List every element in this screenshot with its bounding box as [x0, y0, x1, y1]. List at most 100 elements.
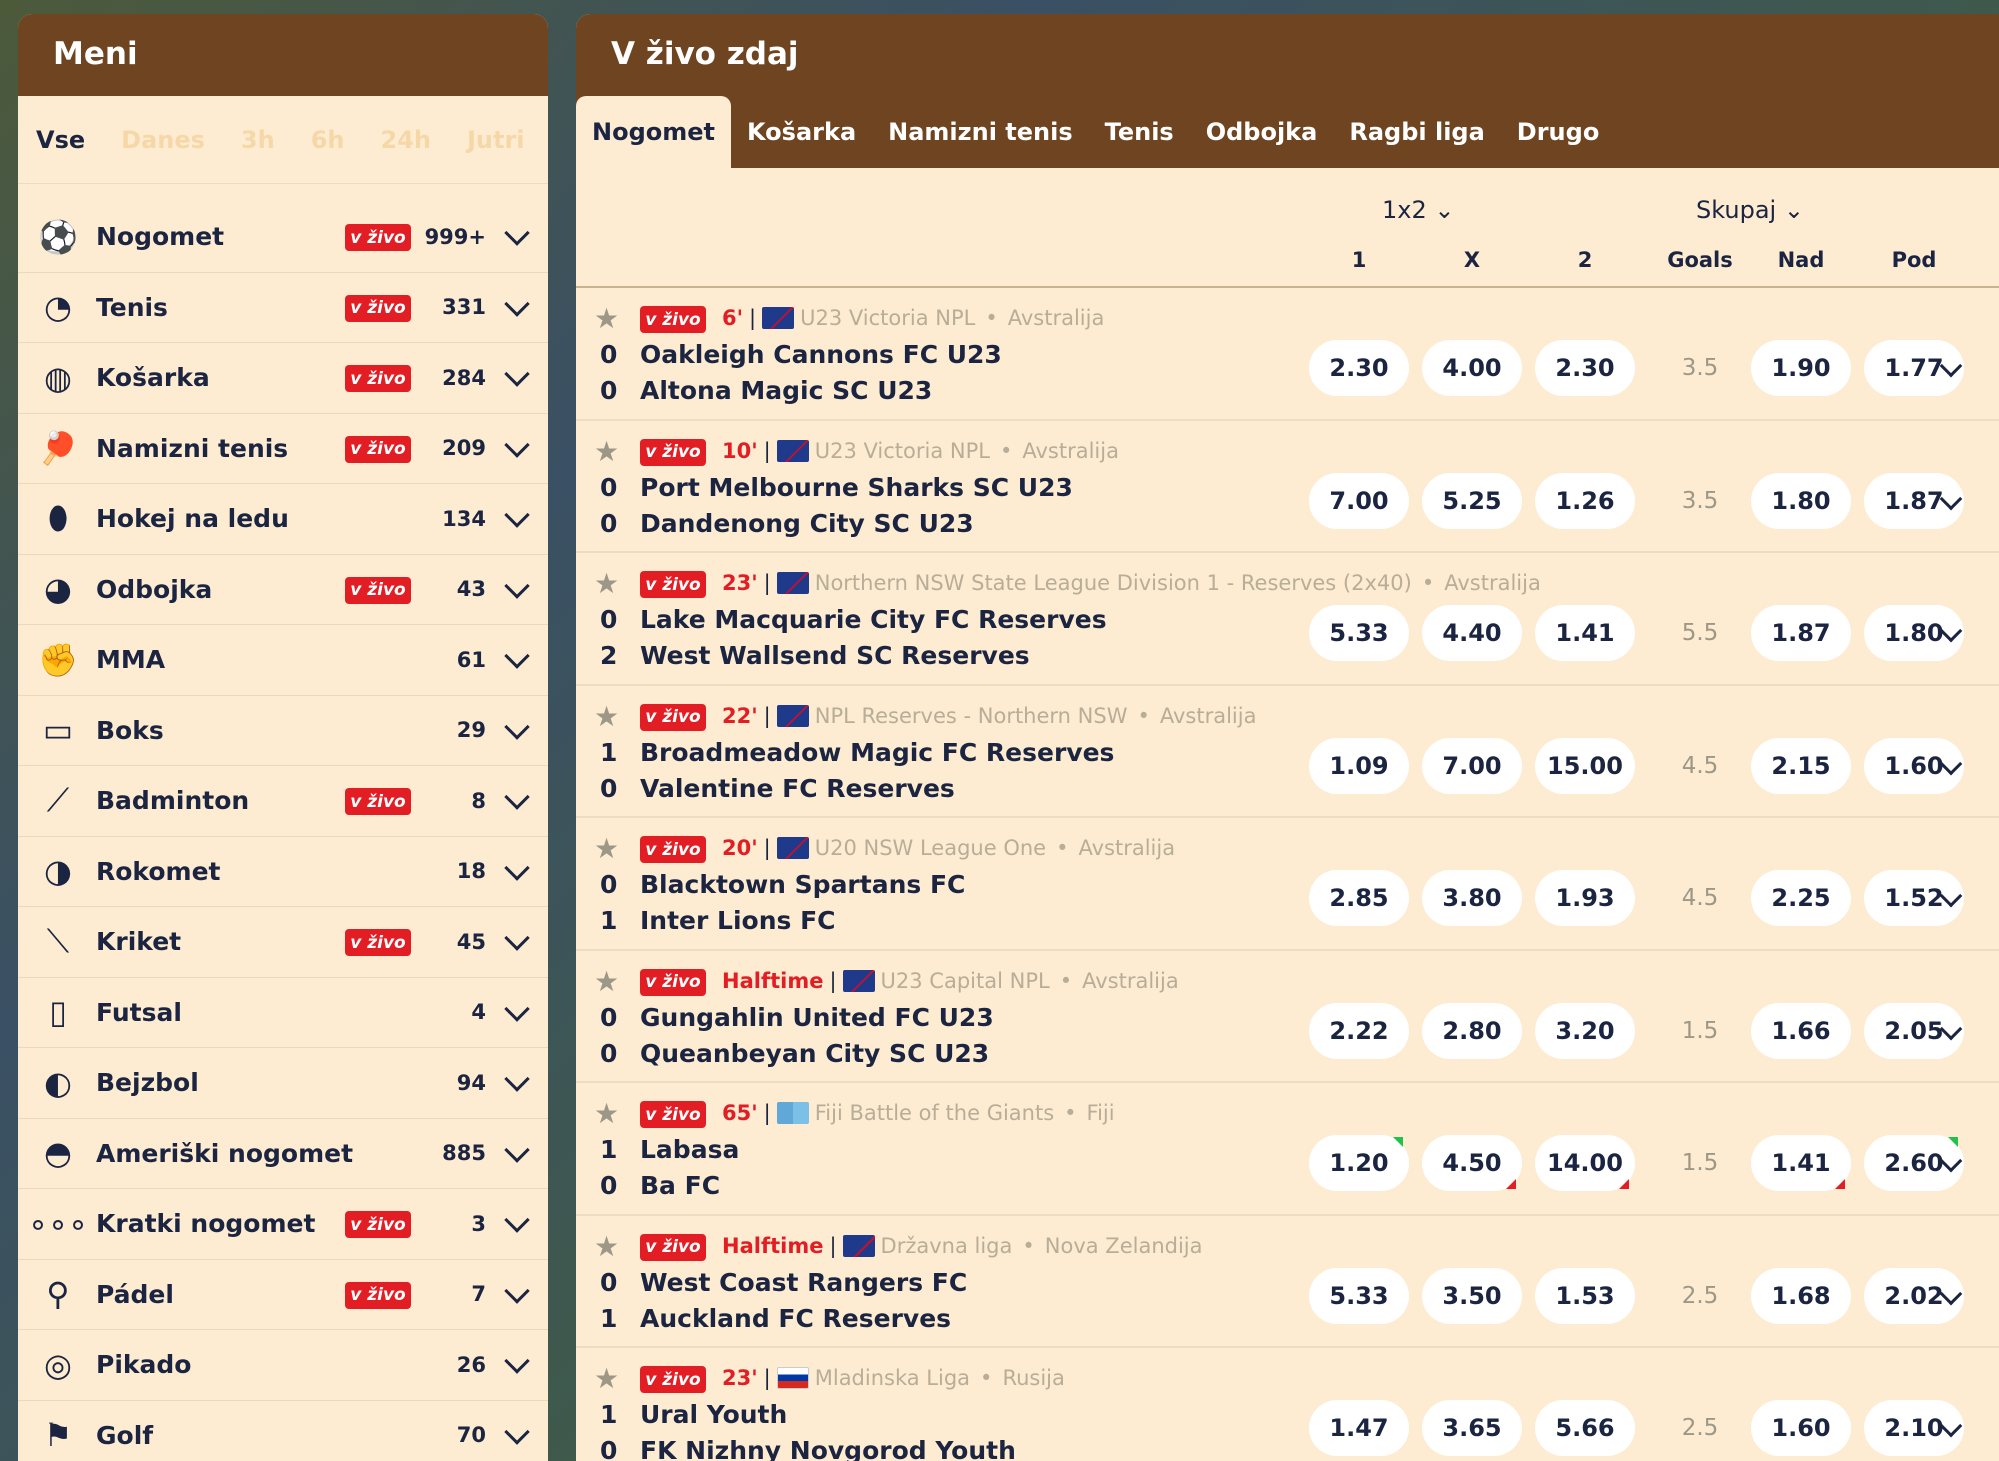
sport-item[interactable]: ⟋ Badminton v živo 8	[18, 766, 548, 837]
sport-item[interactable]: ◍ Košarka v živo 284	[18, 343, 548, 414]
favorite-star-icon[interactable]: ★	[594, 567, 619, 600]
odd-over-button[interactable]: 1.68	[1751, 1267, 1851, 1324]
chevron-down-icon[interactable]	[504, 502, 530, 528]
chevron-down-icon[interactable]	[504, 925, 530, 951]
match-row[interactable]: ★ v živo 23' | Northern NSW State League…	[576, 553, 1999, 686]
odd-over-button[interactable]: 1.80	[1751, 472, 1851, 529]
odd-home-button[interactable]: 1.09	[1309, 737, 1409, 794]
odd-draw-button[interactable]: 4.50	[1422, 1135, 1522, 1191]
favorite-star-icon[interactable]: ★	[594, 435, 619, 468]
tab-basketball[interactable]: Košarka	[731, 96, 872, 168]
tab-table-tennis[interactable]: Namizni tenis	[872, 96, 1089, 168]
sport-item[interactable]: ◓ Ameriški nogomet 885	[18, 1119, 548, 1189]
favorite-star-icon[interactable]: ★	[594, 700, 619, 733]
odd-over-button[interactable]: 2.25	[1751, 870, 1851, 926]
odd-away-button[interactable]: 3.20	[1535, 1002, 1635, 1059]
odd-draw-button[interactable]: 2.80	[1422, 1002, 1522, 1059]
tab-other[interactable]: Drugo	[1501, 96, 1616, 168]
odd-away-button[interactable]: 1.41	[1535, 605, 1635, 661]
time-tab-6h[interactable]: 6h	[311, 126, 345, 154]
sport-item[interactable]: ◎ Pikado 26	[18, 1330, 548, 1401]
sport-item[interactable]: ∘∘∘ Kratki nogomet v živo 3	[18, 1189, 548, 1260]
match-row[interactable]: ★ v živo 20' | U20 NSW League One • Avst…	[576, 818, 1999, 951]
odd-away-button[interactable]: 2.30	[1535, 340, 1635, 396]
odd-over-button[interactable]: 1.60	[1751, 1400, 1851, 1456]
chevron-down-icon[interactable]	[504, 431, 530, 458]
odd-over-button[interactable]: 1.90	[1751, 340, 1851, 396]
odd-draw-button[interactable]: 3.50	[1422, 1267, 1522, 1324]
chevron-down-icon[interactable]	[504, 1348, 530, 1374]
chevron-down-icon[interactable]	[504, 784, 530, 810]
odd-away-button[interactable]: 15.00	[1535, 737, 1635, 794]
sport-item[interactable]: ✊ MMA 61	[18, 625, 548, 696]
match-row[interactable]: ★ v živo 10' | U23 Victoria NPL • Avstra…	[576, 421, 1999, 553]
sport-item[interactable]: ⟍ Kriket v živo 45	[18, 907, 548, 978]
chevron-down-icon[interactable]	[504, 1277, 530, 1304]
chevron-down-icon[interactable]	[504, 220, 530, 246]
time-tab-today[interactable]: Danes	[121, 126, 205, 154]
time-tab-24h[interactable]: 24h	[381, 126, 431, 154]
favorite-star-icon[interactable]: ★	[594, 1097, 619, 1130]
sport-item[interactable]: ⚑ Golf 70	[18, 1401, 548, 1461]
sport-item[interactable]: ⚲ Pádel v živo 7	[18, 1260, 548, 1330]
favorite-star-icon[interactable]: ★	[594, 965, 619, 998]
odd-away-button[interactable]: 14.00	[1535, 1135, 1635, 1191]
odd-away-button[interactable]: 1.26	[1535, 472, 1635, 529]
odd-home-button[interactable]: 7.00	[1309, 472, 1409, 529]
chevron-down-icon[interactable]	[504, 572, 530, 599]
favorite-star-icon[interactable]: ★	[594, 1362, 619, 1395]
odd-over-button[interactable]: 1.87	[1751, 605, 1851, 661]
sport-item[interactable]: ◑ Rokomet 18	[18, 837, 548, 907]
sport-item[interactable]: ◕ Odbojka v živo 43	[18, 555, 548, 625]
odd-draw-button[interactable]: 4.00	[1422, 340, 1522, 396]
match-row[interactable]: ★ v živo 23' | Mladinska Liga • Rusija 1…	[576, 1348, 1999, 1461]
odd-over-button[interactable]: 1.41	[1751, 1135, 1851, 1191]
tab-football[interactable]: Nogomet	[576, 96, 731, 168]
sport-item[interactable]: ⬮ Hokej na ledu 134	[18, 484, 548, 555]
chevron-down-icon[interactable]	[504, 1136, 530, 1163]
odd-home-button[interactable]: 1.47	[1309, 1400, 1409, 1456]
tab-rugby-league[interactable]: Ragbi liga	[1333, 96, 1500, 168]
favorite-star-icon[interactable]: ★	[594, 832, 619, 865]
sport-item[interactable]: ▯ Futsal 4	[18, 978, 548, 1048]
chevron-down-icon[interactable]	[504, 290, 530, 317]
match-row[interactable]: ★ v živo Halftime | Državna liga • Nova …	[576, 1216, 1999, 1348]
chevron-down-icon[interactable]	[504, 1207, 530, 1233]
odd-home-button[interactable]: 5.33	[1309, 605, 1409, 661]
odd-away-button[interactable]: 1.53	[1535, 1267, 1635, 1324]
chevron-down-icon[interactable]	[504, 713, 530, 740]
odd-over-button[interactable]: 2.15	[1751, 737, 1851, 794]
odd-home-button[interactable]: 5.33	[1309, 1267, 1409, 1324]
sport-item[interactable]: ◐ Bejzbol 94	[18, 1048, 548, 1119]
chevron-down-icon[interactable]	[504, 995, 530, 1022]
match-row[interactable]: ★ v živo 65' | Fiji Battle of the Giants…	[576, 1083, 1999, 1216]
odd-draw-button[interactable]: 5.25	[1422, 472, 1522, 529]
market-1x2-dropdown[interactable]: 1x2 ⌄	[1382, 196, 1455, 224]
odd-home-button[interactable]: 2.22	[1309, 1002, 1409, 1059]
market-total-dropdown[interactable]: Skupaj ⌄	[1696, 196, 1804, 224]
time-tab-all[interactable]: Vse	[36, 126, 85, 154]
odd-draw-button[interactable]: 4.40	[1422, 605, 1522, 661]
chevron-down-icon[interactable]	[504, 643, 530, 669]
favorite-star-icon[interactable]: ★	[594, 302, 619, 335]
sport-item[interactable]: 🏓 Namizni tenis v živo 209	[18, 414, 548, 484]
sport-item[interactable]: ◔ Tenis v živo 331	[18, 273, 548, 343]
odd-away-button[interactable]: 5.66	[1535, 1400, 1635, 1456]
match-row[interactable]: ★ v živo 6' | U23 Victoria NPL • Avstral…	[576, 288, 1999, 421]
sport-item[interactable]: ▭ Boks 29	[18, 696, 548, 766]
odd-away-button[interactable]: 1.93	[1535, 870, 1635, 926]
favorite-star-icon[interactable]: ★	[594, 1230, 619, 1263]
odd-draw-button[interactable]: 7.00	[1422, 737, 1522, 794]
odd-home-button[interactable]: 2.30	[1309, 340, 1409, 396]
sport-item[interactable]: ⚽ Nogomet v živo 999+	[18, 202, 548, 273]
odd-draw-button[interactable]: 3.65	[1422, 1400, 1522, 1456]
chevron-down-icon[interactable]	[504, 1418, 530, 1445]
time-tab-3h[interactable]: 3h	[241, 126, 275, 154]
chevron-down-icon[interactable]	[504, 1066, 530, 1092]
match-row[interactable]: ★ v živo 22' | NPL Reserves - Northern N…	[576, 686, 1999, 818]
odd-over-button[interactable]: 1.66	[1751, 1002, 1851, 1059]
chevron-down-icon[interactable]	[504, 854, 530, 881]
odd-home-button[interactable]: 2.85	[1309, 870, 1409, 926]
chevron-down-icon[interactable]	[504, 361, 530, 387]
tab-volleyball[interactable]: Odbojka	[1190, 96, 1334, 168]
